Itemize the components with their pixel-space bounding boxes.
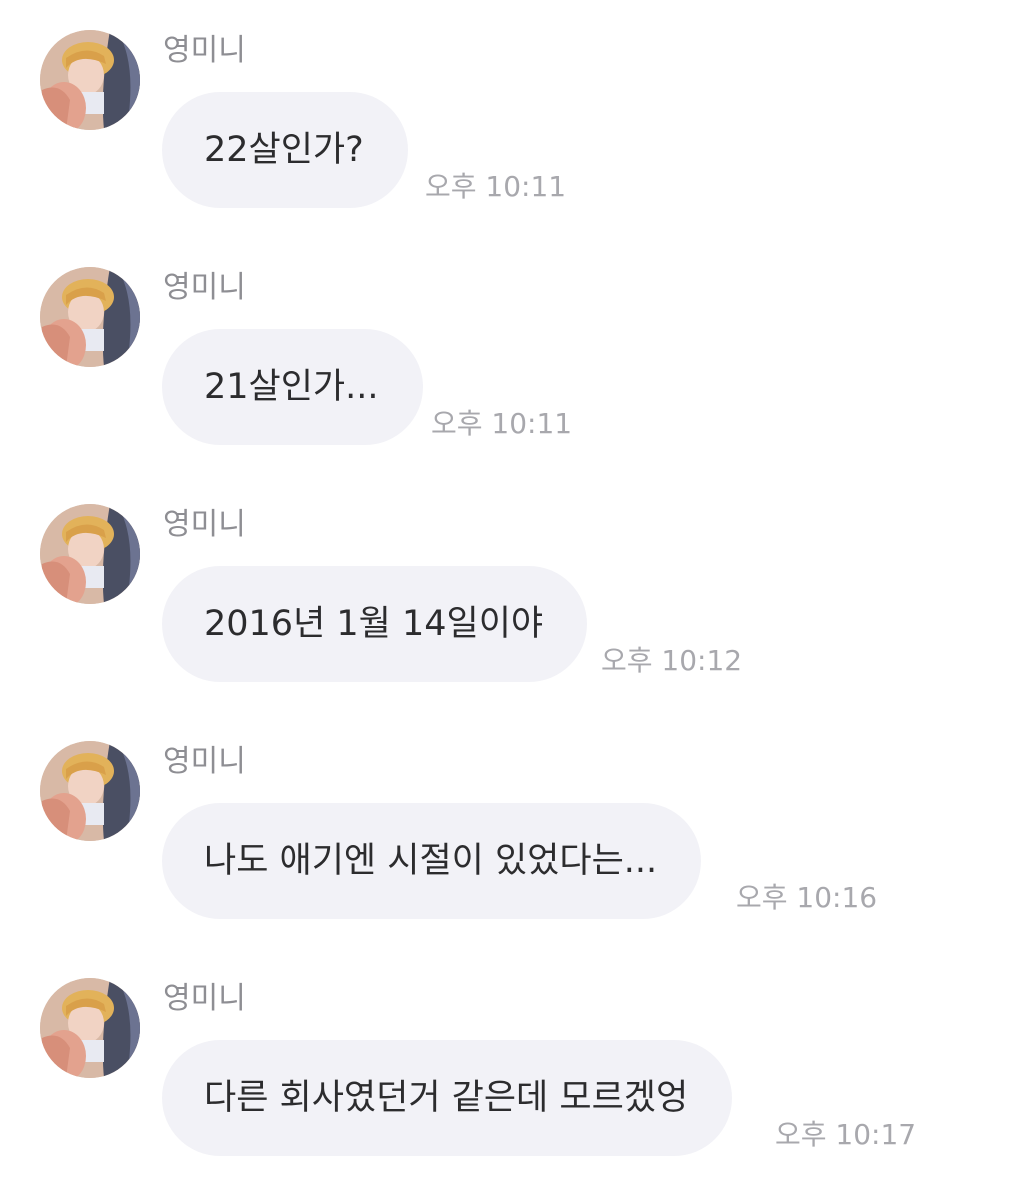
- profile-photo-icon: [40, 741, 140, 841]
- message-timestamp: 오후 10:12: [601, 644, 743, 677]
- profile-photo-icon: [40, 504, 140, 604]
- avatar[interactable]: [40, 978, 140, 1078]
- message-bubble[interactable]: 22살인가?: [162, 92, 408, 208]
- message-timestamp: 오후 10:11: [425, 170, 567, 203]
- profile-photo-icon: [40, 267, 140, 367]
- message-bubble[interactable]: 나도 애기엔 시절이 있었다는...: [162, 803, 702, 919]
- profile-photo-icon: [40, 30, 140, 130]
- message-bubble[interactable]: 2016년 1월 14일이야: [162, 566, 588, 682]
- message-row: 영미니 22살인가? 오후 10:11: [0, 0, 1014, 220]
- avatar[interactable]: [40, 741, 140, 841]
- avatar[interactable]: [40, 504, 140, 604]
- message-timestamp: 오후 10:11: [431, 407, 573, 440]
- sender-name: 영미니: [163, 744, 246, 779]
- message-bubble[interactable]: 21살인가...: [162, 329, 423, 445]
- message-row: 영미니 다른 회사였던거 같은데 모르겠엉 오후 10:17: [0, 948, 1014, 1168]
- profile-photo-icon: [40, 978, 140, 1078]
- sender-name: 영미니: [163, 33, 246, 68]
- message-row: 영미니 21살인가... 오후 10:11: [0, 237, 1014, 457]
- message-bubble[interactable]: 다른 회사였던거 같은데 모르겠엉: [162, 1040, 733, 1156]
- message-timestamp: 오후 10:17: [775, 1118, 917, 1151]
- avatar[interactable]: [40, 30, 140, 130]
- message-row: 영미니 나도 애기엔 시절이 있었다는... 오후 10:16: [0, 711, 1014, 931]
- sender-name: 영미니: [163, 981, 246, 1016]
- message-timestamp: 오후 10:16: [736, 881, 878, 914]
- sender-name: 영미니: [163, 507, 246, 542]
- message-row: 영미니 2016년 1월 14일이야 오후 10:12: [0, 474, 1014, 694]
- avatar[interactable]: [40, 267, 140, 367]
- sender-name: 영미니: [163, 270, 246, 305]
